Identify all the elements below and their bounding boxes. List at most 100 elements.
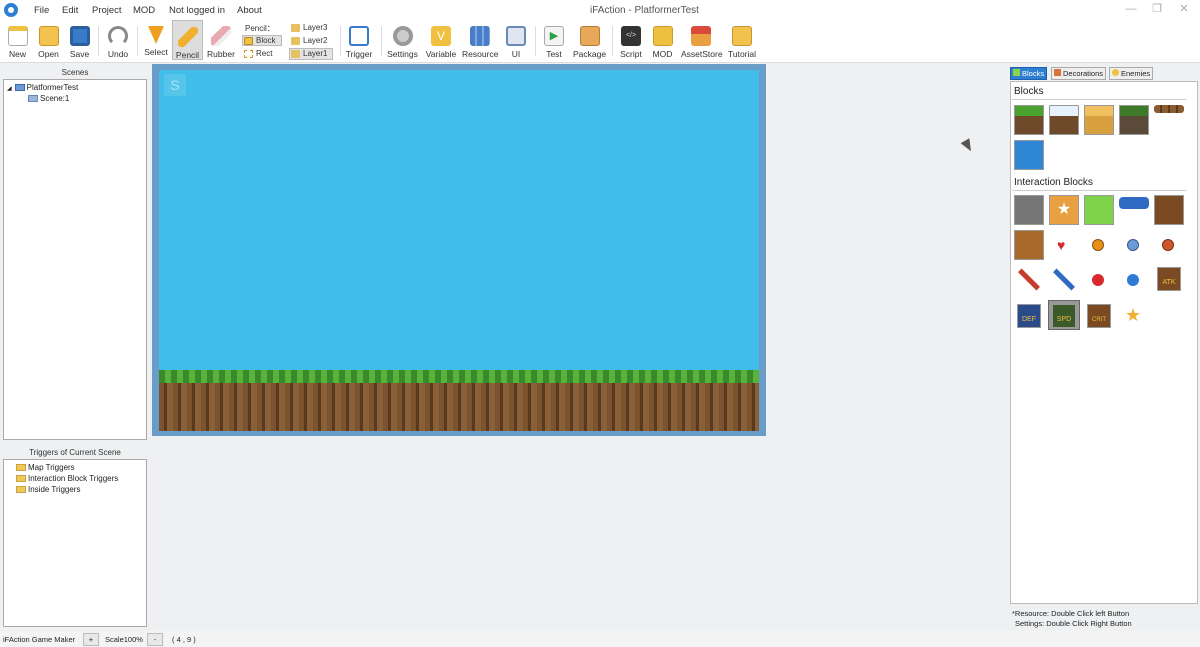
tab-blocks[interactable]: Blocks <box>1010 67 1048 80</box>
bridge-block-tile[interactable] <box>1154 105 1184 113</box>
layer-icon <box>291 36 300 45</box>
tutorial-button[interactable]: Tutorial <box>726 20 758 62</box>
pencil-mode-label: Pencil： <box>245 24 275 33</box>
close-icon[interactable]: ✕ <box>1175 2 1193 16</box>
layer1-label: Layer1 <box>303 49 328 58</box>
settings-hint: Settings: Double Click Right Button <box>1015 619 1132 628</box>
assetstore-button[interactable]: AssetStore <box>681 20 723 62</box>
layer-icon <box>291 49 300 58</box>
zoom-out-button[interactable]: - <box>147 633 163 646</box>
start-marker-icon[interactable]: S <box>164 74 186 96</box>
green-block-tile[interactable] <box>1084 195 1114 225</box>
tree-folder-map-triggers[interactable]: Map Triggers <box>4 462 146 473</box>
restore-icon[interactable]: ❐ <box>1148 2 1166 16</box>
red-gem-icon[interactable] <box>1092 274 1104 286</box>
ui-button[interactable]: UI <box>503 20 529 62</box>
tab-decorations[interactable]: Decorations <box>1051 67 1107 80</box>
trigger-button[interactable]: Trigger <box>344 20 374 62</box>
settings-button[interactable]: Settings <box>386 20 419 62</box>
blue-gem-icon[interactable] <box>1127 274 1139 286</box>
layer3-option[interactable]: Layer3 <box>291 23 327 32</box>
dark-grass-block-tile[interactable] <box>1119 105 1149 135</box>
layer1-option[interactable]: Layer1 <box>289 48 333 60</box>
toolbar-separator <box>381 26 382 56</box>
crit-boost-tile[interactable]: CRIT <box>1087 304 1111 328</box>
blocks-section-title: Blocks <box>1014 86 1044 97</box>
test-button[interactable]: ▶ Test <box>540 20 568 62</box>
new-button[interactable]: New <box>4 20 31 62</box>
app-logo-icon <box>4 3 18 17</box>
minimize-icon[interactable]: — <box>1122 2 1140 16</box>
stone-block-tile[interactable] <box>1014 195 1044 225</box>
tree-node-scene[interactable]: Scene:1 <box>4 93 146 104</box>
tree-folder-interaction-block-triggers[interactable]: Interaction Block Triggers <box>4 473 146 484</box>
water-block-tile[interactable] <box>1014 140 1044 170</box>
spring-platform-tile[interactable] <box>1119 197 1149 209</box>
script-button[interactable]: </> Script <box>617 20 645 62</box>
menu-mod[interactable]: MOD <box>133 5 155 16</box>
heart-icon[interactable]: ♥ <box>1057 237 1065 253</box>
undo-label: Undo <box>107 49 129 59</box>
menu-project[interactable]: Project <box>92 5 122 16</box>
save-button[interactable]: Save <box>66 20 93 62</box>
tutorial-book-icon <box>732 26 752 46</box>
star-pickup-icon[interactable]: ★ <box>1125 305 1141 326</box>
wooden-door-tile[interactable] <box>1154 195 1184 225</box>
sky-background <box>159 70 759 370</box>
blue-orb-icon[interactable] <box>1127 239 1139 251</box>
resource-button[interactable]: Resource <box>462 20 498 62</box>
folder-open-icon <box>38 26 59 46</box>
snow-block-tile[interactable] <box>1049 105 1079 135</box>
menu-file[interactable]: File <box>34 5 49 16</box>
tab-blocks-label: Blocks <box>1022 69 1045 78</box>
undo-button[interactable]: Undo <box>104 20 132 62</box>
mod-button[interactable]: MOD <box>649 20 676 62</box>
zoom-in-button[interactable]: + <box>83 633 99 646</box>
tab-enemies[interactable]: Enemies <box>1109 67 1154 80</box>
tree-folder-inside-triggers[interactable]: Inside Triggers <box>4 484 146 495</box>
spd-label: SPD <box>1056 316 1072 323</box>
expand-triangle-icon[interactable]: ◢ <box>7 86 12 92</box>
atk-boost-tile[interactable]: ATK <box>1157 267 1181 291</box>
folder-icon <box>16 464 26 472</box>
toolbar-separator <box>535 26 536 56</box>
spd-boost-tile[interactable]: SPD <box>1052 304 1076 328</box>
enemies-tab-icon <box>1112 69 1119 76</box>
menu-about[interactable]: About <box>237 5 262 16</box>
layer2-option[interactable]: Layer2 <box>291 36 327 45</box>
rubber-button[interactable]: Rubber <box>206 20 236 62</box>
def-boost-tile[interactable]: DEF <box>1017 304 1041 328</box>
treasure-chest-tile[interactable] <box>1014 230 1044 260</box>
sand-block-tile[interactable] <box>1084 105 1114 135</box>
pencil-button[interactable]: Pencil <box>172 20 203 60</box>
triggers-header: Triggers of Current Scene <box>29 448 121 457</box>
menu-edit[interactable]: Edit <box>62 5 78 16</box>
variable-button[interactable]: V Variable <box>424 20 458 62</box>
tree-node-project[interactable]: ◢ PlatformerTest <box>4 82 146 93</box>
grass-block-tile[interactable] <box>1014 105 1044 135</box>
block-mode-option[interactable]: Block <box>242 35 282 46</box>
mouse-cursor-icon <box>960 138 976 154</box>
eraser-icon <box>211 26 231 46</box>
ui-window-icon <box>506 26 526 46</box>
menu-login[interactable]: Not logged in <box>169 5 225 16</box>
toolbar-separator <box>137 26 138 56</box>
assetstore-label: AssetStore <box>681 49 723 59</box>
star-box-tile[interactable]: ★ <box>1049 195 1079 225</box>
select-button[interactable]: Select <box>142 20 170 62</box>
status-bar: iFAction Game Maker + Scale100% - ( 4 , … <box>0 631 1200 647</box>
books-icon <box>470 26 490 46</box>
orange-orb-icon[interactable] <box>1092 239 1104 251</box>
rect-mode-option[interactable]: Rect <box>244 49 272 58</box>
open-button[interactable]: Open <box>35 20 62 62</box>
menu-bar: File Edit Project MOD Not logged in Abou… <box>0 0 1200 20</box>
save-icon <box>69 26 90 46</box>
red-orb-icon[interactable] <box>1162 239 1174 251</box>
project-icon <box>14 84 25 92</box>
scale-label: Scale100% <box>105 635 143 644</box>
dirt-tiles <box>159 383 759 431</box>
project-name: PlatformerTest <box>26 83 79 92</box>
resource-label: Resource <box>462 49 499 59</box>
package-button[interactable]: Package <box>573 20 606 62</box>
pencil-label: Pencil <box>175 50 200 60</box>
